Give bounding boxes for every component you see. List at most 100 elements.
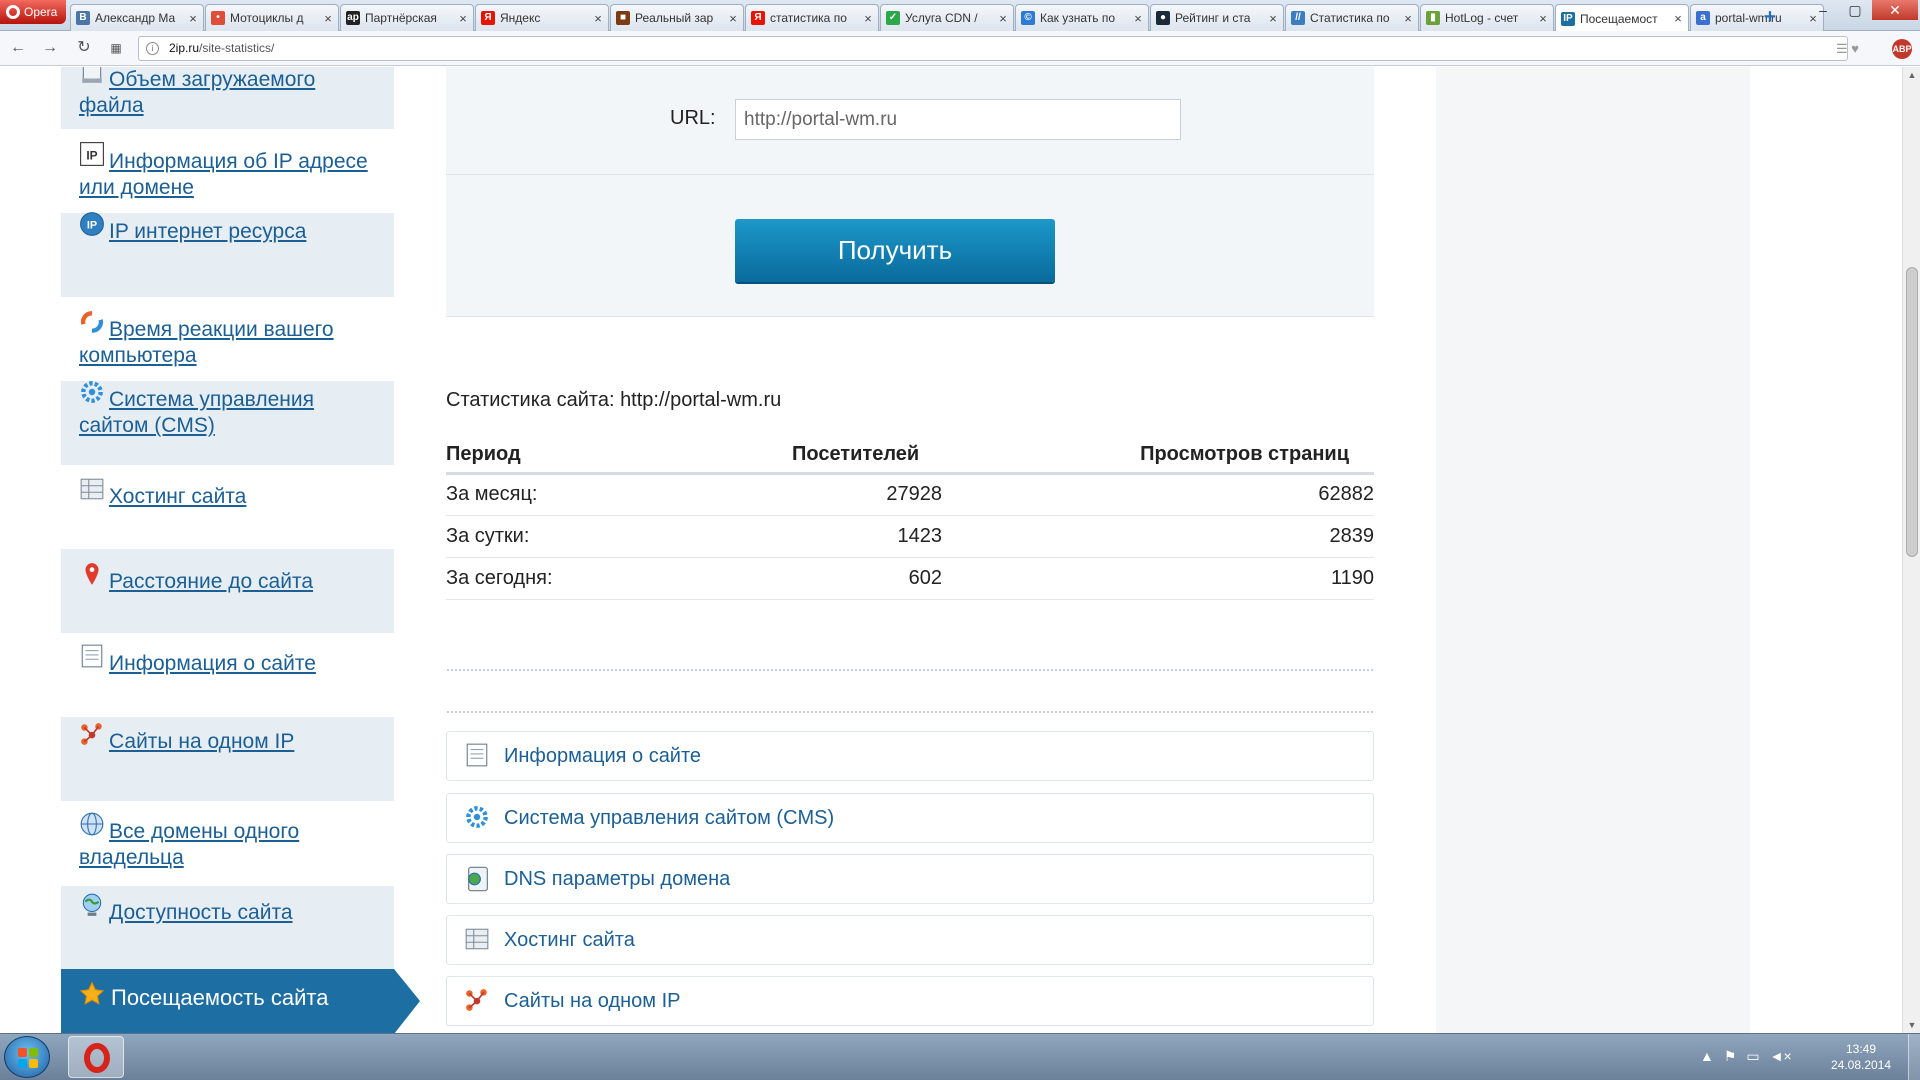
opera-menu-button[interactable]: Opera	[0, 0, 66, 24]
sidebar-item-label[interactable]: Сайты на одном IP	[109, 730, 294, 753]
browser-tab[interactable]: • Мотоциклы д ×	[205, 4, 339, 31]
maximize-button[interactable]: ▢	[1840, 0, 1870, 20]
sidebar-item-distance[interactable]: Расстояние до сайта	[61, 549, 394, 633]
scroll-down-arrow-icon[interactable]: ▼	[1903, 1017, 1920, 1033]
sidebar-item-label[interactable]: Информация о сайте	[109, 652, 316, 675]
sidebar-item-same-ip[interactable]: Сайты на одном IP	[61, 717, 394, 801]
url-input[interactable]	[735, 99, 1181, 140]
sidebar-item-ip-info[interactable]: IP Информация об IP адресе или домене	[61, 142, 394, 216]
reader-heart-icon[interactable]: ☰ ♥	[1836, 41, 1859, 57]
browser-tab-active[interactable]: IP Посещаемост ×	[1555, 4, 1689, 32]
related-link-dns[interactable]: DNS параметры домена	[446, 854, 1374, 904]
browser-tab[interactable]: Ястатистика по ×	[745, 4, 879, 31]
sidebar-item-label[interactable]: Хостинг сайта	[109, 485, 246, 508]
taskbar-clock[interactable]: 13:49 24.08.2014	[1818, 1041, 1904, 1073]
browser-tab[interactable]: a portal-wm.ru ×	[1690, 4, 1824, 31]
action-center-flag-icon[interactable]: ⚑	[1724, 1048, 1737, 1065]
reaction-time-icon	[79, 309, 105, 335]
tab-close-icon[interactable]: ×	[1267, 11, 1279, 26]
address-bar: ← → ↻ ▦ i 2ip.ru/site-statistics/ ☰ ♥ AB…	[0, 31, 1920, 66]
volume-muted-icon[interactable]: ◄×	[1770, 1048, 1792, 1065]
site-info-icon[interactable]: i	[146, 42, 159, 55]
period-cell: За сегодня:	[446, 557, 792, 600]
close-window-button[interactable]: ✕	[1872, 0, 1918, 20]
browser-tab[interactable]: // Статистика по ×	[1285, 4, 1419, 31]
sidebar-item-label[interactable]: Время реакции вашего компьютера	[79, 318, 334, 367]
reload-button[interactable]: ↻	[72, 37, 96, 59]
browser-tab[interactable]: © Как узнать по ×	[1015, 4, 1149, 31]
browser-tab[interactable]: ap Партнёрская ×	[340, 4, 474, 31]
back-button[interactable]: ←	[6, 37, 30, 59]
sidebar-item-label[interactable]: Информация об IP адресе или домене	[79, 150, 368, 199]
browser-tab[interactable]: ▮ HotLog - счет ×	[1420, 4, 1554, 31]
browser-tab[interactable]: Я Яндекс ×	[475, 4, 609, 31]
related-link-label[interactable]: Сайты на одном IP	[504, 990, 681, 1013]
tab-close-icon[interactable]: ×	[322, 11, 334, 26]
sidebar-item-availability[interactable]: Доступность сайта	[61, 886, 394, 970]
tab-title: Посещаемост	[1580, 11, 1658, 26]
get-button[interactable]: Получить	[735, 219, 1055, 282]
sidebar-item-hosting[interactable]: Хостинг сайта	[61, 478, 394, 548]
show-hidden-icons-icon[interactable]: ▲	[1700, 1048, 1714, 1065]
page-scrollbar[interactable]: ▲ ▼	[1902, 67, 1920, 1033]
sidebar-item-owner-domains[interactable]: Все домены одного владельца	[61, 812, 394, 883]
sidebar-item-ip-resource[interactable]: IP IP интернет ресурса	[61, 212, 394, 297]
scroll-up-arrow-icon[interactable]: ▲	[1903, 67, 1920, 83]
tab-close-icon[interactable]: ×	[592, 11, 604, 26]
tab-close-icon[interactable]: ×	[457, 11, 469, 26]
sidebar-item-label[interactable]: Расстояние до сайта	[109, 570, 313, 593]
adblock-icon[interactable]: ABP	[1892, 39, 1912, 59]
sidebar-item-reaction-time[interactable]: Время реакции вашего компьютера	[61, 311, 394, 381]
browser-tab[interactable]: ✓ Услуга CDN / ×	[880, 4, 1014, 31]
sidebar-item-site-info[interactable]: Информация о сайте	[61, 644, 394, 715]
browser-tab[interactable]: ■ Реальный зар ×	[610, 4, 744, 31]
taskbar-opera-button[interactable]	[68, 1036, 124, 1078]
sidebar-item-label[interactable]: IP интернет ресурса	[109, 220, 306, 243]
right-ad-column	[1436, 67, 1750, 1033]
tab-close-icon[interactable]: ×	[727, 11, 739, 26]
tab-close-icon[interactable]: ×	[1672, 11, 1684, 26]
url-field[interactable]: i 2ip.ru/site-statistics/	[138, 36, 1848, 61]
tab-title: Статистика по	[1310, 11, 1390, 25]
speed-dial-icon[interactable]: ▦	[104, 37, 128, 59]
show-desktop-button[interactable]	[1908, 1034, 1920, 1080]
related-link-label[interactable]: Информация о сайте	[504, 745, 701, 768]
tab-close-icon[interactable]: ×	[187, 11, 199, 26]
related-link-label[interactable]: Система управления сайтом (CMS)	[504, 807, 834, 830]
minimize-button[interactable]: –	[1808, 0, 1838, 20]
col-pageviews-header: Просмотров страниц	[942, 437, 1374, 475]
tab-close-icon[interactable]: ×	[862, 11, 874, 26]
related-link-cms[interactable]: Система управления сайтом (CMS)	[446, 793, 1374, 843]
sidebar-item-cms[interactable]: Система управления сайтом (CMS)	[61, 381, 394, 465]
sidebar-item-label[interactable]: Все домены одного владельца	[79, 820, 299, 869]
sidebar-item-label[interactable]: Объем загружаемого файла	[79, 68, 315, 117]
scroll-thumb[interactable]	[1906, 267, 1918, 557]
table-row: За сутки: 1423 2839	[446, 515, 1374, 558]
sidebar-item-label[interactable]: Доступность сайта	[109, 901, 293, 924]
pageviews-cell: 1190	[942, 557, 1374, 600]
sidebar-item-label[interactable]: Система управления сайтом (CMS)	[79, 388, 314, 437]
browser-tab[interactable]: В Александр Ма ×	[70, 4, 204, 31]
tab-favicon-icon: ■	[616, 11, 630, 25]
hosting-icon	[464, 926, 492, 954]
tab-close-icon[interactable]: ×	[1402, 11, 1414, 26]
start-button[interactable]	[4, 1036, 50, 1078]
windows-taskbar: ▲ ⚑ ▭ ◄× 13:49 24.08.2014	[0, 1033, 1920, 1080]
new-tab-button[interactable]: +	[1758, 6, 1782, 28]
tab-close-icon[interactable]: ×	[1537, 11, 1549, 26]
sidebar-item-traffic-active[interactable]: Посещаемость сайта	[61, 969, 420, 1033]
browser-tab[interactable]: ● Рейтинг и ста ×	[1150, 4, 1284, 31]
opera-logo-icon	[84, 1043, 110, 1073]
tab-close-icon[interactable]: ×	[997, 11, 1009, 26]
related-link-label[interactable]: Хостинг сайта	[504, 929, 635, 952]
related-link-label[interactable]: DNS параметры домена	[504, 868, 730, 891]
tab-close-icon[interactable]: ×	[1132, 11, 1144, 26]
related-link-hosting[interactable]: Хостинг сайта	[446, 915, 1374, 965]
tab-favicon-icon: ●	[1156, 11, 1170, 25]
tab-title: Как узнать по	[1040, 11, 1116, 25]
network-tray-icon[interactable]: ▭	[1746, 1048, 1759, 1065]
related-link-same-ip[interactable]: Сайты на одном IP	[446, 976, 1374, 1026]
related-link-site-info[interactable]: Информация о сайте	[446, 731, 1374, 781]
forward-button[interactable]: →	[38, 37, 62, 59]
sidebar-item-file-size[interactable]: Объем загружаемого файла	[61, 67, 394, 129]
